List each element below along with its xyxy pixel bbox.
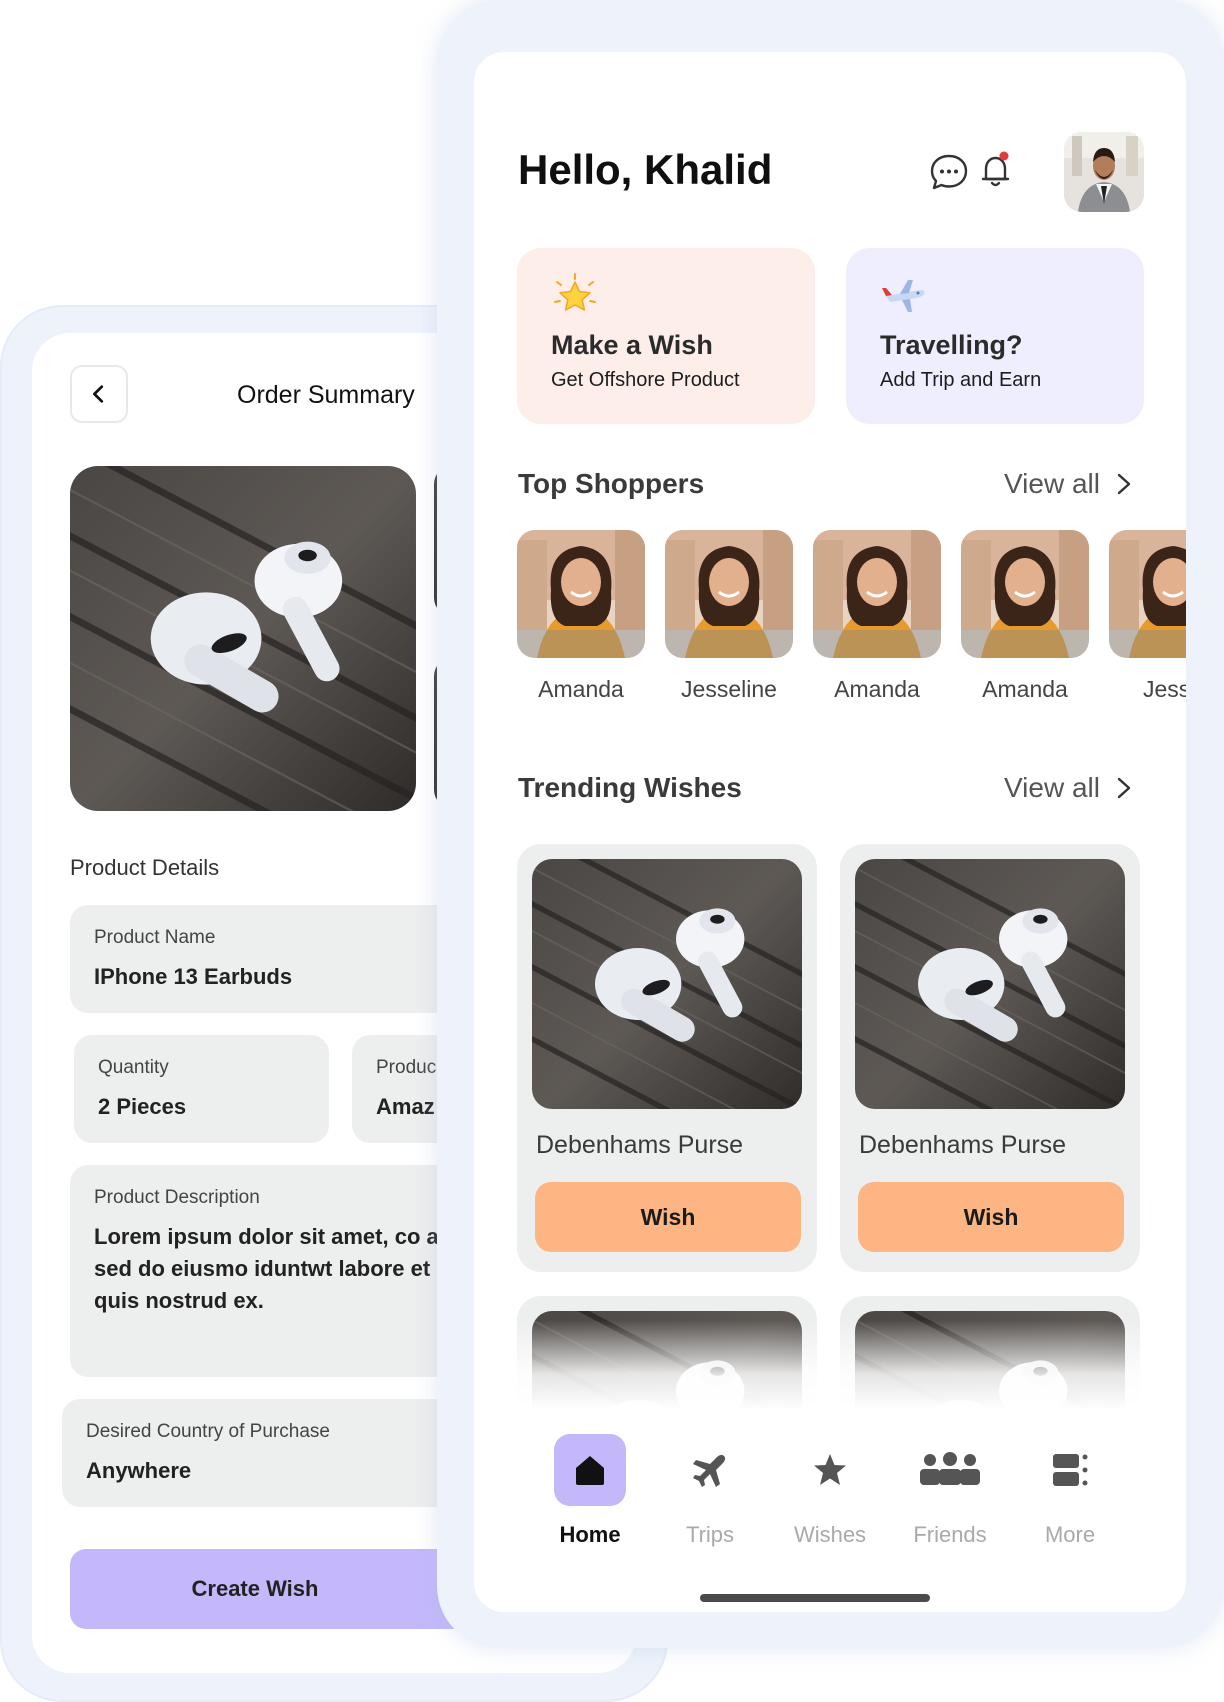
wish-button[interactable]: Wish <box>858 1182 1124 1252</box>
page-title: Order Summary <box>237 381 415 409</box>
view-all-wishes-link[interactable]: View all <box>1004 772 1132 804</box>
bell-icon[interactable] <box>980 150 1014 190</box>
wish-card[interactable]: Debenhams Purse Wish <box>840 844 1140 1272</box>
quantity-field[interactable]: Quantity 2 Pieces <box>74 1035 329 1143</box>
shopper-photo <box>1109 530 1186 658</box>
plane-icon <box>674 1434 746 1506</box>
avatar[interactable] <box>1064 132 1144 212</box>
card-subtitle: Add Trip and Earn <box>880 369 1042 391</box>
shopper-item[interactable]: Amanda <box>961 530 1089 703</box>
section-label: Product Details <box>70 855 220 880</box>
tab-home[interactable]: Home <box>530 1434 650 1548</box>
tab-label: Home <box>559 1522 621 1547</box>
view-all-label: View all <box>1004 468 1100 499</box>
product-image <box>70 466 416 811</box>
make-a-wish-card[interactable]: Make a Wish Get Offshore Product <box>517 248 815 424</box>
section-title-top-shoppers: Top Shoppers <box>518 468 705 499</box>
wish-image <box>532 859 802 1109</box>
notification-dot <box>999 151 1009 161</box>
shopper-name: Jesseline <box>681 676 777 702</box>
section-title-trending-wishes: Trending Wishes <box>518 772 742 803</box>
view-all-label: View all <box>1004 772 1100 803</box>
bottom-tab-bar: Home Trips Wishes Friends More <box>474 1410 1186 1612</box>
people-icon <box>914 1434 986 1506</box>
airplane-icon <box>882 280 925 312</box>
shopper-name: Jesse <box>1142 676 1186 702</box>
shopper-item[interactable]: Jesse <box>1109 530 1186 703</box>
field-value: 2 Pieces <box>98 1094 187 1119</box>
travelling-card[interactable]: Travelling? Add Trip and Earn <box>846 248 1144 424</box>
chevron-right-icon <box>1117 777 1131 799</box>
tab-friends[interactable]: Friends <box>890 1434 1010 1548</box>
shopper-name: Amanda <box>834 676 920 702</box>
tab-label: More <box>1044 1522 1096 1547</box>
shopper-photo <box>665 530 793 658</box>
star-icon <box>554 273 596 311</box>
home-icon <box>554 1434 626 1506</box>
shopper-photo <box>813 530 941 658</box>
shopper-photo <box>517 530 645 658</box>
shopper-item[interactable]: Amanda <box>517 530 645 703</box>
wish-name: Debenhams Purse <box>859 1131 1067 1159</box>
shopper-name: Amanda <box>538 676 624 702</box>
star-icon <box>794 1434 866 1506</box>
tab-label: Friends <box>913 1522 987 1547</box>
wish-button[interactable]: Wish <box>535 1182 801 1252</box>
tab-more[interactable]: More <box>1010 1434 1130 1548</box>
home-indicator <box>700 1594 930 1602</box>
back-button[interactable] <box>70 365 128 423</box>
tab-trips[interactable]: Trips <box>650 1434 770 1548</box>
tab-wishes[interactable]: Wishes <box>770 1434 890 1548</box>
view-all-shoppers-link[interactable]: View all <box>1004 468 1132 500</box>
shopper-item[interactable]: Jesseline <box>665 530 793 703</box>
scroll-fade <box>474 1320 1186 1410</box>
shopper-name: Amanda <box>982 676 1068 702</box>
chat-icon[interactable] <box>929 152 969 192</box>
top-shoppers-list: Amanda Jesseline Amanda Amanda Jesse <box>517 530 1186 710</box>
card-title: Travelling? <box>880 330 1023 360</box>
wish-name: Debenhams Purse <box>536 1131 744 1159</box>
greeting: Hello, Khalid <box>518 146 773 193</box>
wish-image <box>855 859 1125 1109</box>
chevron-left-icon <box>93 385 104 403</box>
chevron-right-icon <box>1117 473 1131 495</box>
home-screen: Hello, Khalid Make a Wish Get Offshore P… <box>474 52 1186 1612</box>
wish-card[interactable]: Debenhams Purse Wish <box>517 844 817 1272</box>
more-icon <box>1034 1434 1106 1506</box>
tab-label: Wishes <box>793 1522 867 1547</box>
tab-label: Trips <box>685 1522 735 1547</box>
card-title: Make a Wish <box>551 330 713 360</box>
card-subtitle: Get Offshore Product <box>551 369 740 391</box>
shopper-photo <box>961 530 1089 658</box>
field-label: Quantity <box>98 1057 169 1078</box>
shopper-item[interactable]: Amanda <box>813 530 941 703</box>
